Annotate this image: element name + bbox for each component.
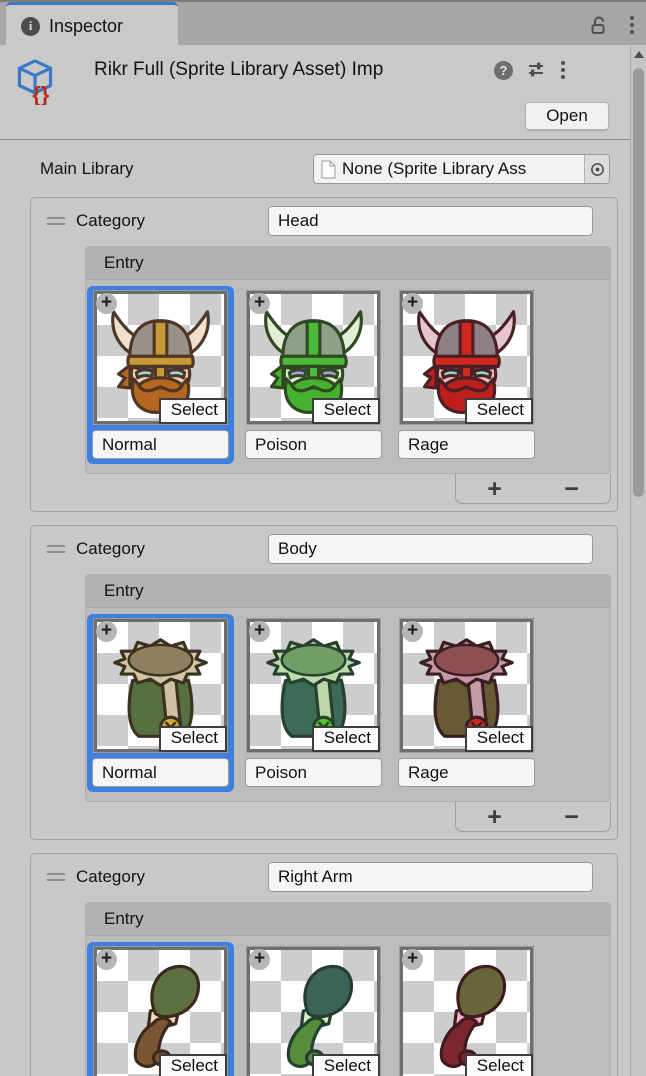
- sprite-thumbnail[interactable]: Select +: [94, 291, 227, 424]
- select-sprite-button[interactable]: Select: [465, 398, 533, 424]
- plus-badge-icon[interactable]: +: [249, 293, 270, 314]
- sprite-thumbnail[interactable]: Select +: [400, 947, 533, 1076]
- entry-name-input[interactable]: [398, 758, 535, 787]
- sprite-thumbnail[interactable]: Select +: [94, 619, 227, 752]
- object-picker-button[interactable]: [584, 155, 609, 183]
- entry-list-header: Entry: [86, 903, 610, 936]
- category-name-input[interactable]: [268, 206, 593, 236]
- entry-cell[interactable]: Select +: [240, 614, 387, 792]
- category-block-right-arm: Category Entry Select + Select: [30, 853, 618, 1076]
- unlock-icon[interactable]: [588, 15, 608, 35]
- add-entry-button[interactable]: +: [477, 807, 512, 827]
- select-sprite-button[interactable]: Select: [465, 1054, 533, 1076]
- tab-title: Inspector: [49, 16, 123, 37]
- entry-list: Entry Select + Select +: [85, 902, 611, 1076]
- entry-name-input[interactable]: [398, 430, 535, 459]
- presets-icon[interactable]: [526, 60, 546, 80]
- info-icon: i: [21, 17, 40, 36]
- add-entry-button[interactable]: +: [477, 479, 512, 499]
- select-sprite-button[interactable]: Select: [312, 1054, 380, 1076]
- entry-cell[interactable]: Select +: [87, 942, 234, 1076]
- object-picker-icon: [590, 162, 605, 177]
- select-sprite-button[interactable]: Select: [159, 398, 227, 424]
- asset-file-icon: [321, 160, 336, 179]
- svg-text:{}: {}: [32, 82, 50, 105]
- plus-badge-icon[interactable]: +: [249, 949, 270, 970]
- inspector-tab[interactable]: i Inspector: [6, 2, 178, 47]
- category-name-input[interactable]: [268, 862, 593, 892]
- sprite-thumbnail[interactable]: Select +: [400, 291, 533, 424]
- header-menu-kebab-icon[interactable]: [559, 59, 567, 81]
- plus-badge-icon[interactable]: +: [96, 949, 117, 970]
- vertical-scrollbar[interactable]: [630, 45, 646, 1076]
- plus-badge-icon[interactable]: +: [249, 621, 270, 642]
- entry-cell[interactable]: Select +: [393, 614, 540, 792]
- remove-entry-button[interactable]: −: [554, 479, 589, 499]
- tab-bar: i Inspector: [0, 0, 646, 45]
- open-button[interactable]: Open: [525, 102, 609, 130]
- sprite-thumbnail[interactable]: Select +: [94, 947, 227, 1076]
- select-sprite-button[interactable]: Select: [312, 398, 380, 424]
- entry-cell[interactable]: Select +: [87, 614, 234, 792]
- asset-header: {} Rikr Full (Sprite Library Asset) Imp …: [0, 45, 646, 140]
- scrollbar-thumb[interactable]: [633, 68, 644, 497]
- plus-badge-icon[interactable]: +: [96, 621, 117, 642]
- category-block-body: Category Entry Select + Select: [30, 525, 618, 840]
- sprite-thumbnail[interactable]: Select +: [247, 947, 380, 1076]
- select-sprite-button[interactable]: Select: [312, 726, 380, 752]
- sprite-library-asset-icon: {}: [14, 57, 56, 105]
- entry-cell[interactable]: Select +: [87, 286, 234, 464]
- plus-badge-icon[interactable]: +: [402, 293, 423, 314]
- drag-handle-icon[interactable]: [47, 217, 65, 225]
- entry-cell[interactable]: Select +: [240, 286, 387, 464]
- inspector-content: Main Library None (Sprite Library Ass Ca…: [0, 140, 630, 1076]
- plus-badge-icon[interactable]: +: [96, 293, 117, 314]
- main-library-label: Main Library: [40, 159, 313, 179]
- entry-list-header: Entry: [86, 247, 610, 280]
- entry-list: Entry Select + Select +: [85, 574, 611, 802]
- entry-name-input[interactable]: [245, 758, 382, 787]
- entry-list: Entry Select + Select +: [85, 246, 611, 474]
- entry-cell[interactable]: Select +: [240, 942, 387, 1076]
- category-block-head: Category Entry Select + Select: [30, 197, 618, 512]
- scroll-up-button[interactable]: [631, 45, 646, 63]
- help-icon[interactable]: ?: [494, 61, 513, 80]
- remove-entry-button[interactable]: −: [554, 807, 589, 827]
- entry-name-input[interactable]: [245, 430, 382, 459]
- main-library-value: None (Sprite Library Ass: [342, 159, 584, 179]
- plus-badge-icon[interactable]: +: [402, 621, 423, 642]
- sprite-thumbnail[interactable]: Select +: [247, 619, 380, 752]
- select-sprite-button[interactable]: Select: [159, 1054, 227, 1076]
- up-arrow-icon: [634, 51, 644, 58]
- sprite-thumbnail[interactable]: Select +: [247, 291, 380, 424]
- category-label: Category: [76, 539, 268, 559]
- entry-list-header: Entry: [86, 575, 610, 608]
- category-name-input[interactable]: [268, 534, 593, 564]
- main-library-object-field[interactable]: None (Sprite Library Ass: [313, 154, 610, 184]
- entry-name-input[interactable]: [92, 758, 229, 787]
- entry-name-input[interactable]: [92, 430, 229, 459]
- entry-list-footer: + −: [455, 802, 611, 832]
- sprite-thumbnail[interactable]: Select +: [400, 619, 533, 752]
- asset-title: Rikr Full (Sprite Library Asset) Imp: [94, 57, 492, 83]
- entry-list-footer: + −: [455, 474, 611, 504]
- drag-handle-icon[interactable]: [47, 545, 65, 553]
- tab-menu-kebab-icon[interactable]: [628, 14, 636, 36]
- category-label: Category: [76, 867, 268, 887]
- select-sprite-button[interactable]: Select: [465, 726, 533, 752]
- entry-cell[interactable]: Select +: [393, 286, 540, 464]
- drag-handle-icon[interactable]: [47, 873, 65, 881]
- select-sprite-button[interactable]: Select: [159, 726, 227, 752]
- entry-cell[interactable]: Select +: [393, 942, 540, 1076]
- category-label: Category: [76, 211, 268, 231]
- plus-badge-icon[interactable]: +: [402, 949, 423, 970]
